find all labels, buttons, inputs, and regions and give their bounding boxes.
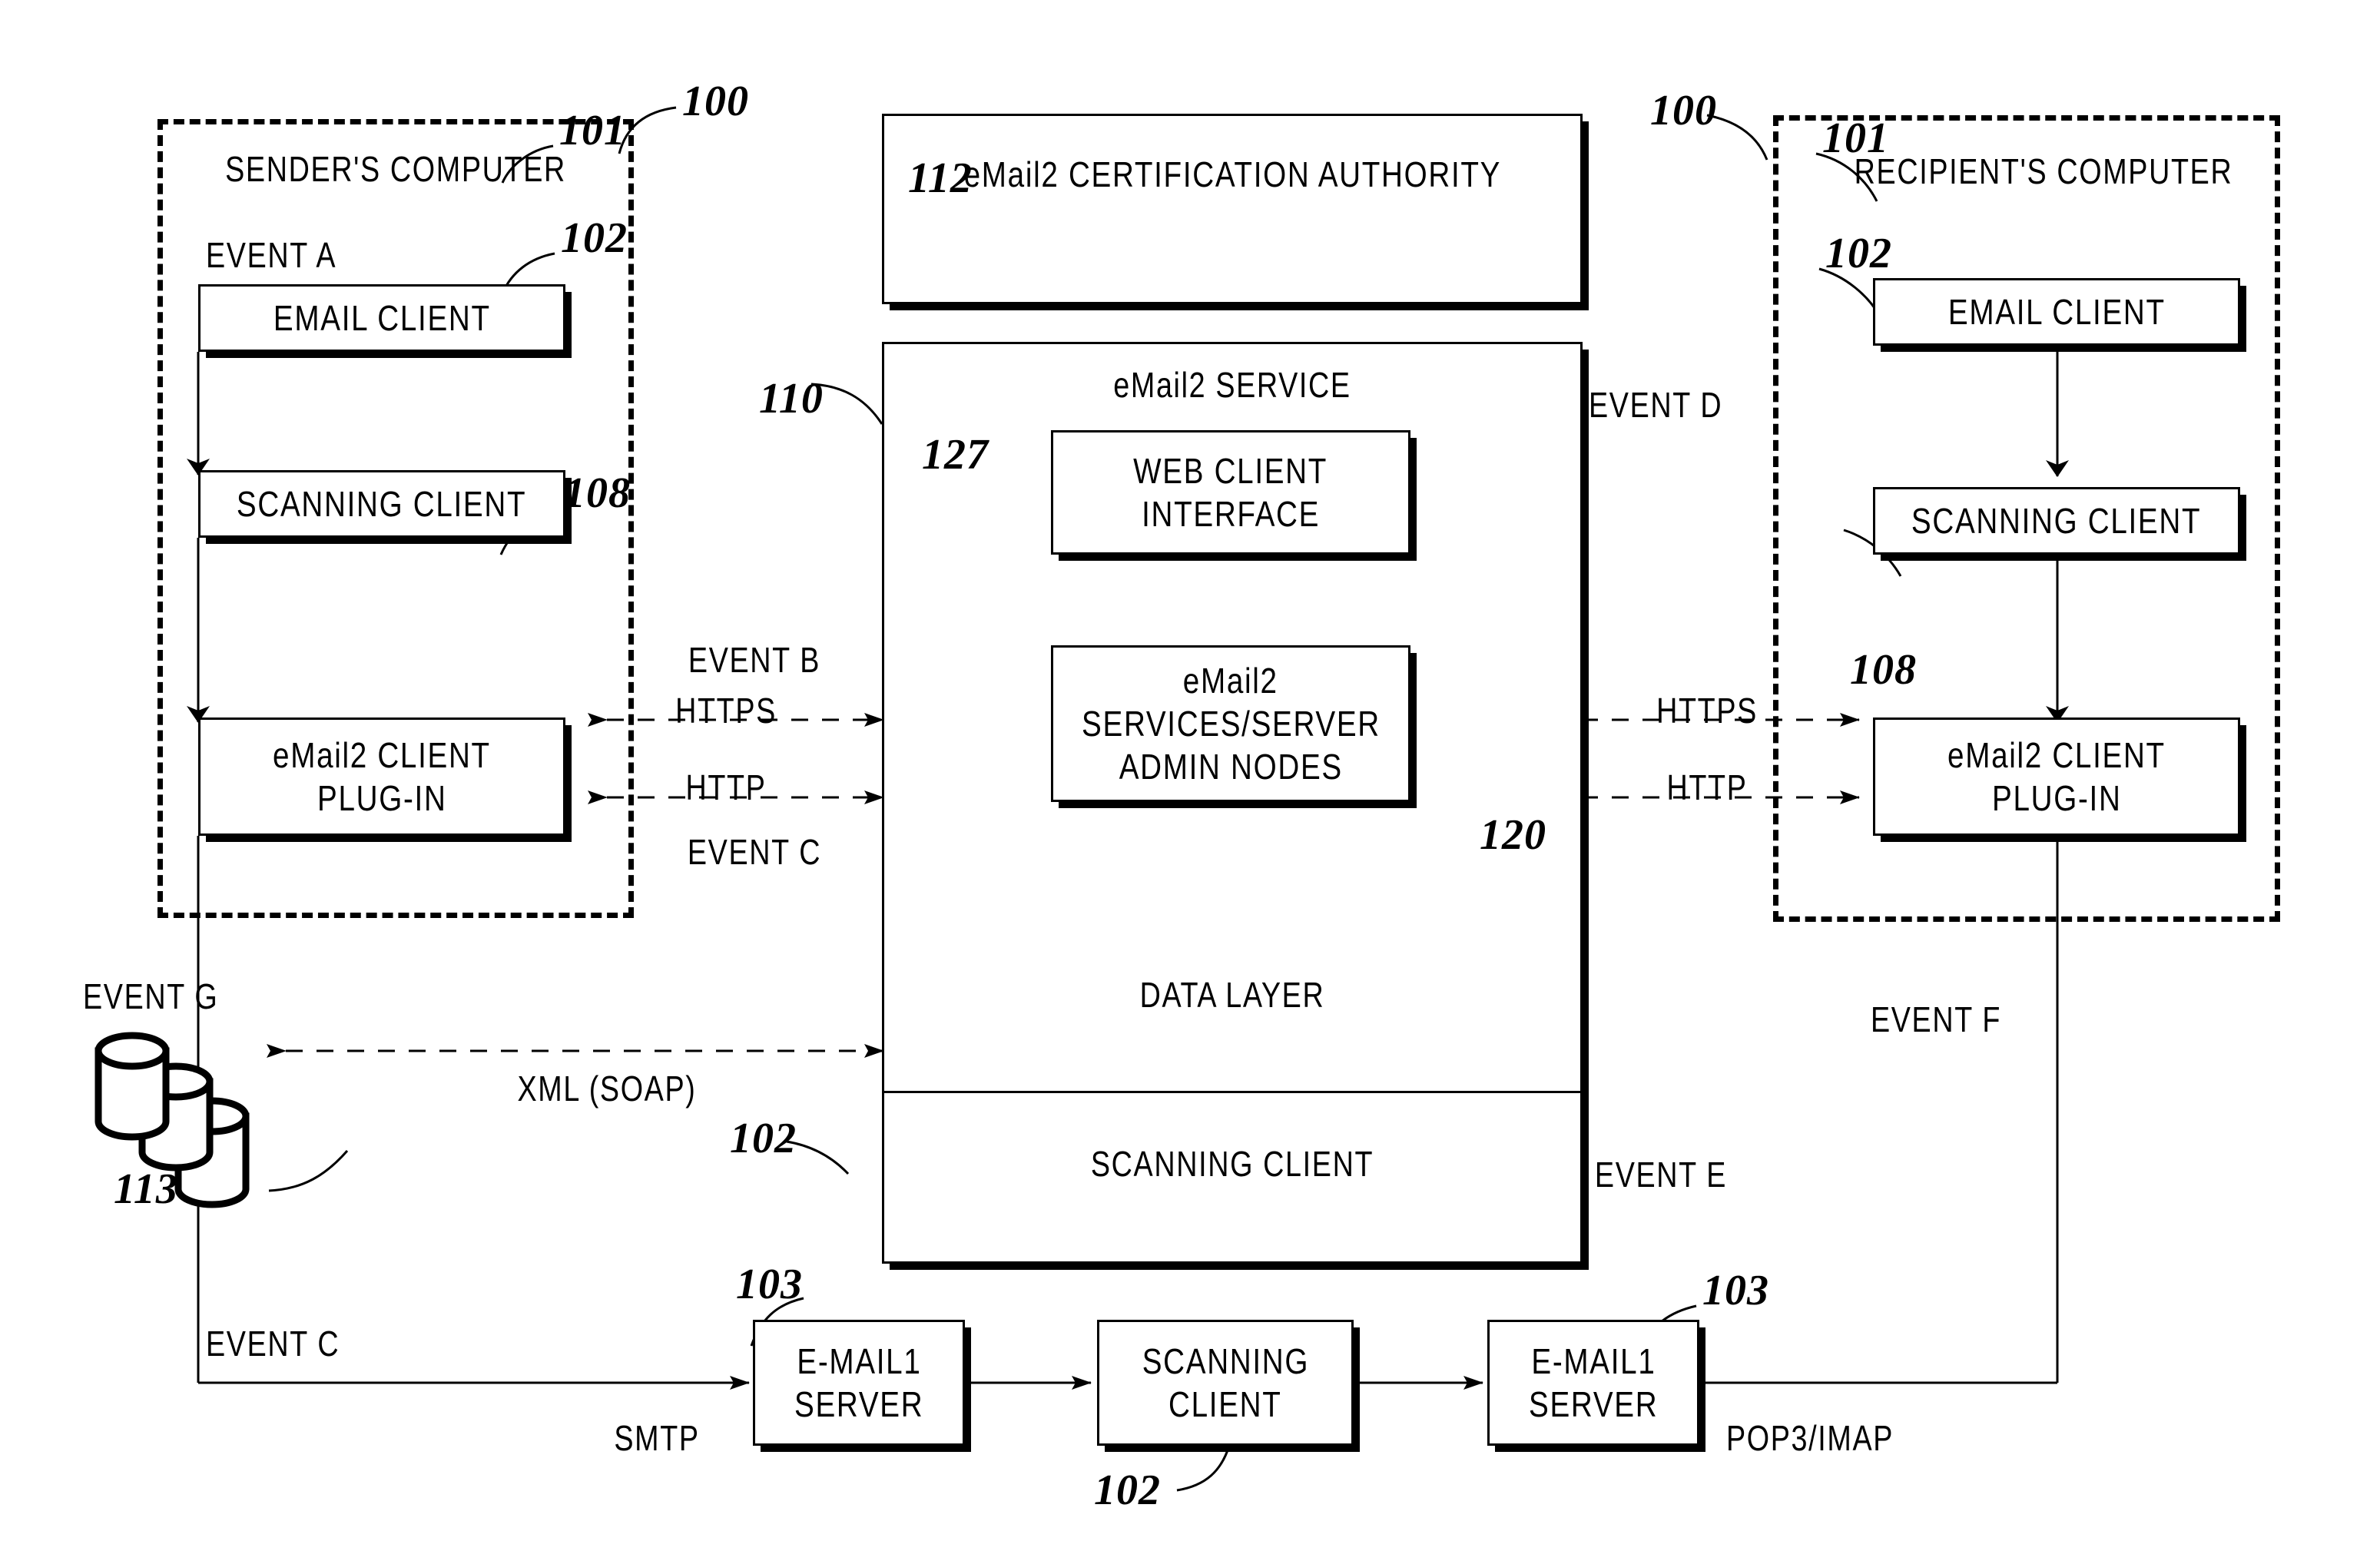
service-scanning-client-label: SCANNING CLIENT xyxy=(1090,1144,1374,1184)
sender-scanning-client-label: SCANNING CLIENT xyxy=(237,483,527,524)
sender-scanning-client-box[interactable]: SCANNING CLIENT xyxy=(198,470,565,538)
right-http-label: HTTP xyxy=(1666,767,1748,807)
event-g-label: EVENT G xyxy=(83,976,219,1016)
bottom-scanning-client-label: SCANNING CLIENT xyxy=(1142,1341,1309,1424)
sender-email2-plugin-box[interactable]: eMail2 CLIENT PLUG-IN xyxy=(198,717,565,836)
recipient-email2-plugin-box[interactable]: eMail2 CLIENT PLUG-IN xyxy=(1873,717,2240,836)
email2-service-title: eMail2 SERVICE xyxy=(1113,365,1351,405)
web-client-interface-label: WEB CLIENT INTERFACE xyxy=(1133,450,1328,534)
bottom-scanning-client-box[interactable]: SCANNING CLIENT xyxy=(1097,1320,1354,1446)
ref-100-recipient: 100 xyxy=(1650,87,1717,134)
left-http-label: HTTP xyxy=(685,767,767,807)
ref-102-bottom-scanning: 102 xyxy=(1094,1466,1161,1514)
email1-server-right-label: E-MAIL1 SERVER xyxy=(1528,1341,1659,1424)
patent-figure-canvas: SENDER'S COMPUTER 100 EVENT A EMAIL CLIE… xyxy=(0,0,2380,1541)
web-client-interface-box[interactable]: WEB CLIENT INTERFACE xyxy=(1051,430,1410,555)
ref-102-service-scanning: 102 xyxy=(730,1115,797,1162)
sender-computer-title: SENDER'S COMPUTER xyxy=(225,149,566,189)
external-store-cylinder-2 xyxy=(138,1062,214,1171)
event-b-label: EVENT B xyxy=(688,640,821,680)
email1-server-left-box[interactable]: E-MAIL1 SERVER xyxy=(753,1320,965,1446)
recipient-scanning-client-label: SCANNING CLIENT xyxy=(1911,500,2202,541)
ref-110-service: 110 xyxy=(759,375,824,423)
data-layer-label: DATA LAYER xyxy=(1139,975,1325,1015)
recipient-email-client-label: EMAIL CLIENT xyxy=(1947,291,2166,332)
service-scanning-divider xyxy=(884,1091,1580,1093)
ref-103-email1-server-right: 103 xyxy=(1702,1267,1769,1314)
event-d-label: EVENT D xyxy=(1589,385,1723,425)
xml-soap-label: XML (SOAP) xyxy=(517,1069,697,1109)
recipient-email-client-box[interactable]: EMAIL CLIENT xyxy=(1873,278,2240,346)
admin-nodes-label: eMail2 SERVICES/SERVER ADMIN NODES xyxy=(1082,660,1381,787)
event-c-bottom-label: EVENT C xyxy=(206,1324,340,1364)
sender-email-client-box[interactable]: EMAIL CLIENT xyxy=(198,284,565,352)
sender-email2-plugin-label: eMail2 CLIENT PLUG-IN xyxy=(273,734,491,818)
ref-100-sender: 100 xyxy=(682,78,749,125)
certification-authority-box[interactable]: eMail2 CERTIFICATION AUTHORITY xyxy=(882,114,1583,304)
right-https-label: HTTPS xyxy=(1656,691,1758,731)
email1-server-left-label: E-MAIL1 SERVER xyxy=(794,1341,924,1424)
event-f-label: EVENT F xyxy=(1870,999,2002,1039)
pop3-imap-label: POP3/IMAP xyxy=(1725,1418,1894,1458)
ref-108-sender: 108 xyxy=(564,469,631,517)
event-c-top-label: EVENT C xyxy=(687,832,822,872)
sender-email-client-label: EMAIL CLIENT xyxy=(273,297,491,338)
recipient-computer-title: RECIPIENT'S COMPUTER xyxy=(1854,151,2233,191)
smtp-label: SMTP xyxy=(614,1418,700,1458)
certification-authority-title: eMail2 CERTIFICATION AUTHORITY xyxy=(963,154,1501,194)
ref-102-recipient: 102 xyxy=(1825,230,1892,277)
external-store-cylinder-3 xyxy=(174,1097,250,1208)
ref-113-external-stores: 113 xyxy=(114,1165,178,1213)
ref-101-recipient: 101 xyxy=(1822,114,1889,162)
admin-nodes-box[interactable]: eMail2 SERVICES/SERVER ADMIN NODES xyxy=(1051,645,1410,802)
event-a-label: EVENT A xyxy=(206,235,337,275)
event-e-label: EVENT E xyxy=(1594,1155,1728,1195)
ref-101-sender: 101 xyxy=(559,107,626,154)
ref-112-certification-authority: 112 xyxy=(908,154,973,202)
left-https-label: HTTPS xyxy=(675,691,777,731)
recipient-email2-plugin-label: eMail2 CLIENT PLUG-IN xyxy=(1947,734,2166,818)
recipient-scanning-client-box[interactable]: SCANNING CLIENT xyxy=(1873,487,2240,555)
ref-102-sender: 102 xyxy=(561,214,628,262)
ref-103-email1-server-left: 103 xyxy=(736,1261,803,1308)
external-store-cylinder-1 xyxy=(94,1032,170,1141)
ref-108-recipient: 108 xyxy=(1850,646,1917,694)
ref-120-data-layer: 120 xyxy=(1480,811,1546,859)
email1-server-right-box[interactable]: E-MAIL1 SERVER xyxy=(1487,1320,1699,1446)
ref-127-web-client-interface: 127 xyxy=(922,431,989,479)
